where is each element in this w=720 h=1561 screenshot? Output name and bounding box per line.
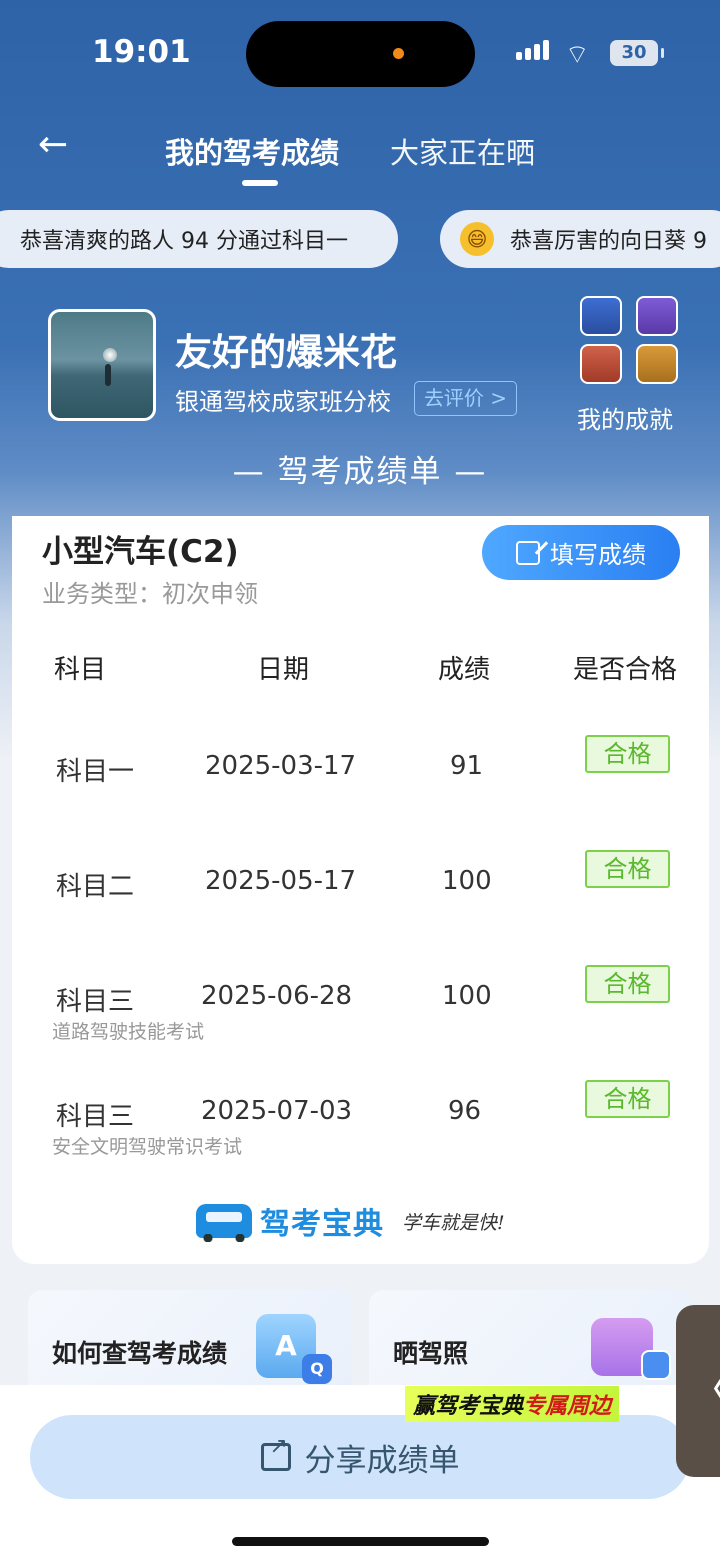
- wifi-icon: ⌔: [565, 40, 590, 70]
- row-date: 2025-07-03: [201, 1096, 353, 1126]
- user-nickname: 友好的爆米花: [175, 331, 397, 374]
- row-date: 2025-06-28: [201, 981, 353, 1011]
- avatar[interactable]: [48, 309, 156, 421]
- share-icon: [260, 1434, 291, 1471]
- badge-icon: [580, 344, 622, 384]
- share-scorecard-button[interactable]: 分享成绩单: [30, 1415, 690, 1499]
- badge-icon: [580, 296, 622, 336]
- brand-slogan: 学车就是快!: [402, 1211, 505, 1234]
- pass-badge: 合格: [585, 1080, 670, 1118]
- row-score: 100: [442, 866, 492, 896]
- row-subject: 科目一: [56, 757, 135, 787]
- tab-my-scores[interactable]: 我的驾考成绩: [165, 130, 339, 172]
- photo-camera-icon: [591, 1318, 671, 1380]
- pass-badge: 合格: [585, 965, 670, 1003]
- car-logo-icon: [196, 1204, 252, 1242]
- dynamic-island: [246, 21, 475, 87]
- table-row: 科目三 2025-06-28 100 合格 道路驾驶技能考试: [12, 965, 709, 1081]
- review-button[interactable]: 去评价 >: [414, 381, 517, 416]
- brand-logo: 驾考宝典 学车就是快!: [196, 1196, 505, 1246]
- side-drawer-handle[interactable]: 〈: [676, 1305, 720, 1477]
- row-score: 100: [442, 981, 492, 1011]
- signal-icon: [516, 40, 549, 60]
- brand-name: 驾考宝典: [260, 1207, 384, 1242]
- header-passed: 是否合格: [573, 655, 678, 685]
- badge-icon: [636, 296, 678, 336]
- tab-indicator: [242, 180, 278, 186]
- back-arrow-icon[interactable]: ←: [38, 125, 78, 165]
- tile-label: 如何查驾考成绩: [52, 1339, 228, 1368]
- row-subject: 科目二: [56, 872, 135, 902]
- score-card: 小型汽车(C2) 业务类型：初次申领 填写成绩 科目 日期 成绩 是否合格 科目…: [12, 516, 709, 1264]
- congrats-ticker-item: 😄 恭喜厉害的向日葵 9: [440, 210, 720, 268]
- congrats-ticker-item: 恭喜清爽的路人 94 分通过科目一: [0, 210, 398, 268]
- table-row: 科目一 2025-03-17 91 合格: [12, 735, 709, 851]
- status-time: 19:01: [92, 34, 191, 70]
- my-achievements-link[interactable]: 我的成就: [577, 400, 673, 435]
- row-date: 2025-03-17: [205, 751, 357, 781]
- home-indicator: [232, 1537, 489, 1546]
- business-type: 业务类型：初次申领: [42, 580, 258, 608]
- promo-banner[interactable]: 赢驾考宝典专属周边: [405, 1386, 620, 1422]
- pass-badge: 合格: [585, 850, 670, 888]
- share-label: 分享成绩单: [304, 1442, 460, 1479]
- row-subject: 科目三: [56, 1102, 135, 1132]
- tab-everyone-sharing[interactable]: 大家正在晒: [390, 130, 535, 172]
- ticker-text: 恭喜清爽的路人 94 分通过科目一: [20, 229, 348, 254]
- badge-icon: [636, 344, 678, 384]
- driving-school-name: 银通驾校成家班分校: [175, 388, 391, 416]
- tile-label: 晒驾照: [393, 1339, 469, 1368]
- search-document-icon: AQ: [256, 1314, 332, 1384]
- smile-emoji-icon: 😄: [460, 222, 494, 256]
- pass-badge: 合格: [585, 735, 670, 773]
- row-subject: 科目三: [56, 987, 135, 1017]
- fill-score-button[interactable]: 填写成绩: [482, 525, 680, 580]
- table-row: 科目二 2025-05-17 100 合格: [12, 850, 709, 966]
- status-bar: 19:01 ⌔ 30: [0, 0, 720, 110]
- promo-highlight: 专属周边: [523, 1394, 612, 1419]
- row-score: 91: [450, 751, 484, 781]
- row-date: 2025-05-17: [205, 866, 357, 896]
- row-score: 96: [448, 1096, 482, 1126]
- achievement-badges[interactable]: [580, 296, 680, 386]
- edit-icon: [516, 540, 540, 565]
- header-subject: 科目: [54, 655, 107, 685]
- row-note: 安全文明驾驶常识考试: [52, 1136, 243, 1158]
- table-row: 科目三 2025-07-03 96 合格 安全文明驾驶常识考试: [12, 1080, 709, 1196]
- row-note: 道路驾驶技能考试: [52, 1021, 205, 1043]
- header-date: 日期: [257, 655, 310, 685]
- license-type: 小型汽车(C2): [42, 534, 239, 570]
- section-title: — 驾考成绩单 —: [232, 454, 488, 490]
- fill-score-label: 填写成绩: [550, 541, 646, 569]
- header-score: 成绩: [438, 655, 491, 685]
- ticker-text: 恭喜厉害的向日葵 9: [510, 229, 707, 254]
- recording-dot: [393, 48, 404, 59]
- battery-icon: 30: [610, 40, 664, 66]
- promo-text: 赢驾考宝典: [413, 1394, 524, 1419]
